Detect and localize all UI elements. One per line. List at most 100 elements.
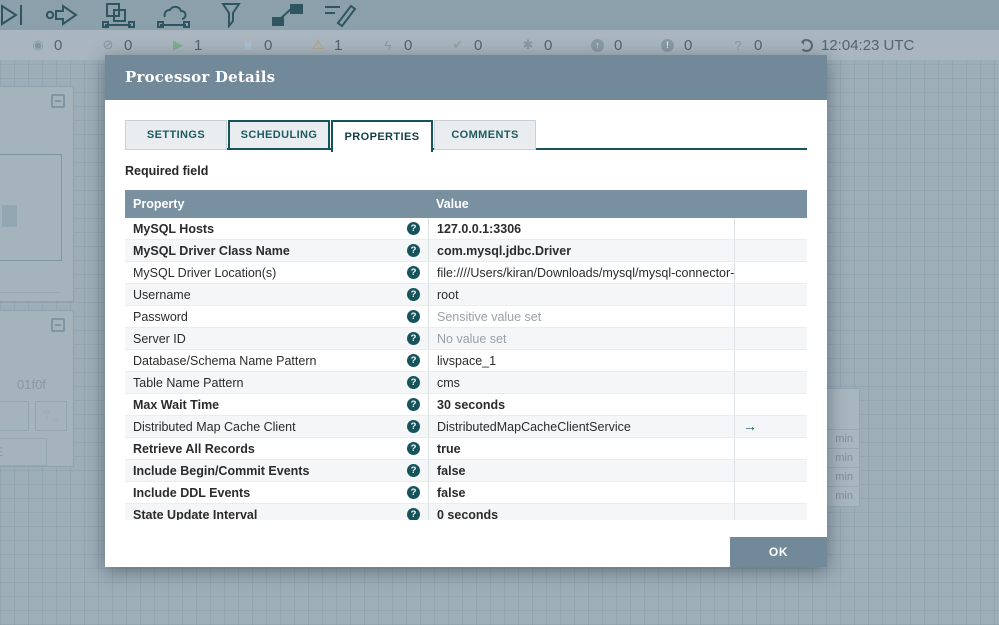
funnel-icon[interactable]: [214, 2, 250, 28]
help-icon[interactable]: ?: [407, 332, 420, 345]
locally-modified-stale-count: 0: [684, 37, 692, 54]
refresh-icon[interactable]: [800, 39, 813, 52]
property-row: Max Wait Time?30 seconds: [125, 394, 807, 416]
properties-table-body: MySQL Hosts?127.0.0.1:3306MySQL Driver C…: [125, 218, 807, 520]
property-extra-cell: [734, 394, 807, 415]
invalid-icon: ⚠: [308, 37, 328, 53]
not-transmitting-count: 0: [124, 37, 132, 54]
running-icon: ▶: [168, 37, 188, 53]
disabled-icon: ϟ: [378, 38, 398, 53]
group-inner-frame: [0, 154, 62, 261]
help-icon[interactable]: ?: [407, 288, 420, 301]
property-extra-cell: [734, 438, 807, 459]
help-icon[interactable]: ?: [407, 310, 420, 323]
property-name-cell: Max Wait Time?: [125, 394, 428, 415]
component-id-text: 01f0f: [17, 377, 46, 392]
group-thumbnail: [2, 205, 17, 227]
input-port-icon[interactable]: [0, 2, 24, 28]
dialog-header: Processor Details: [105, 55, 827, 100]
required-field-label: Required field: [125, 164, 208, 178]
property-row: MySQL Driver Class Name?com.mysql.jdbc.D…: [125, 240, 807, 262]
property-value: false: [428, 482, 734, 503]
nifi-application: 01f0f ETE minminminmin: [0, 0, 999, 625]
property-extra-cell: [734, 482, 807, 503]
collapse-icon[interactable]: [51, 94, 65, 108]
property-row: MySQL Hosts?127.0.0.1:3306: [125, 218, 807, 240]
property-extra-cell: [734, 306, 807, 327]
last-refresh-time: 12:04:23 UTC: [821, 37, 914, 54]
hierarchy-icon: [43, 410, 59, 422]
property-value: 0 seconds: [428, 504, 734, 520]
process-group-icon[interactable]: [101, 2, 137, 28]
remote-process-group-icon[interactable]: [156, 2, 192, 28]
invalid-count: 1: [334, 37, 342, 54]
transmitting-count: 0: [54, 37, 62, 54]
label-icon[interactable]: [322, 2, 358, 28]
property-row: Include DDL Events?false: [125, 482, 807, 504]
help-icon[interactable]: ?: [407, 398, 420, 411]
canvas-group-top-left[interactable]: [0, 86, 74, 302]
tab-properties[interactable]: PROPERTIES: [331, 120, 433, 152]
tab-settings[interactable]: SETTINGS: [125, 120, 227, 150]
template-icon[interactable]: [270, 2, 306, 28]
property-name: Table Name Pattern: [133, 376, 243, 390]
help-icon[interactable]: ?: [407, 244, 420, 257]
property-extra-cell: [734, 372, 807, 393]
property-name-cell: Retrieve All Records?: [125, 438, 428, 459]
delete-button[interactable]: ETE: [0, 438, 47, 466]
ok-button[interactable]: OK: [730, 537, 827, 567]
property-value: 30 seconds: [428, 394, 734, 415]
tab-scheduling[interactable]: SCHEDULING: [228, 120, 330, 150]
property-extra-cell: [734, 460, 807, 481]
not-transmitting-icon: ⊘: [98, 37, 118, 53]
property-name-cell: MySQL Driver Class Name?: [125, 240, 428, 261]
help-icon[interactable]: ?: [407, 442, 420, 455]
property-row: Table Name Pattern?cms: [125, 372, 807, 394]
property-name-cell: Include Begin/Commit Events?: [125, 460, 428, 481]
tab-comments[interactable]: COMMENTS: [434, 120, 536, 150]
collapse-icon[interactable]: [51, 318, 65, 332]
help-icon[interactable]: ?: [407, 486, 420, 499]
property-name: Max Wait Time: [133, 398, 219, 412]
column-header-property: Property: [125, 190, 428, 218]
help-icon[interactable]: ?: [407, 222, 420, 235]
sync-failure-count: 0: [754, 37, 762, 54]
property-extra-cell: [734, 504, 807, 520]
property-name: Server ID: [133, 332, 186, 346]
running-count: 1: [194, 37, 202, 54]
help-icon[interactable]: ?: [407, 376, 420, 389]
dialog-tabs: SETTINGSSCHEDULINGPROPERTIESCOMMENTS: [125, 120, 537, 154]
property-value: false: [428, 460, 734, 481]
canvas-group-bottom-left[interactable]: 01f0f ETE: [0, 310, 74, 467]
property-name-cell: Include DDL Events?: [125, 482, 428, 503]
property-value: file:////Users/kiran/Downloads/mysql/mys…: [428, 262, 734, 283]
stale-icon: ↑: [591, 39, 604, 52]
go-to-service-icon[interactable]: →: [743, 418, 757, 434]
property-extra-cell: [734, 284, 807, 305]
help-icon[interactable]: ?: [407, 464, 420, 477]
property-value: true: [428, 438, 734, 459]
help-icon[interactable]: ?: [407, 354, 420, 367]
output-port-icon[interactable]: [45, 2, 81, 28]
property-name: Include Begin/Commit Events: [133, 464, 309, 478]
locally-modified-icon: ✱: [518, 37, 538, 53]
component-action-tile[interactable]: [35, 401, 67, 431]
property-name: MySQL Driver Location(s): [133, 266, 276, 280]
help-icon[interactable]: ?: [407, 266, 420, 279]
property-name: MySQL Hosts: [133, 222, 214, 236]
property-name: MySQL Driver Class Name: [133, 244, 290, 258]
property-name-cell: MySQL Hosts?: [125, 218, 428, 239]
properties-table-header: Property Value: [125, 190, 807, 218]
property-row: MySQL Driver Location(s)? file:////Users/…: [125, 262, 807, 284]
property-row: Server ID? No value set: [125, 328, 807, 350]
status-transmitting: ◉0: [28, 30, 98, 60]
property-name: Include DDL Events: [133, 486, 250, 500]
help-icon[interactable]: ?: [407, 420, 420, 433]
property-name-cell: State Update Interval?: [125, 504, 428, 520]
help-icon[interactable]: ?: [407, 508, 420, 520]
locally-modified-count: 0: [544, 37, 552, 54]
property-value: No value set: [428, 328, 734, 349]
property-row: State Update Interval?0 seconds: [125, 504, 807, 520]
property-name: Distributed Map Cache Client: [133, 420, 296, 434]
component-action-tile[interactable]: [0, 401, 29, 431]
